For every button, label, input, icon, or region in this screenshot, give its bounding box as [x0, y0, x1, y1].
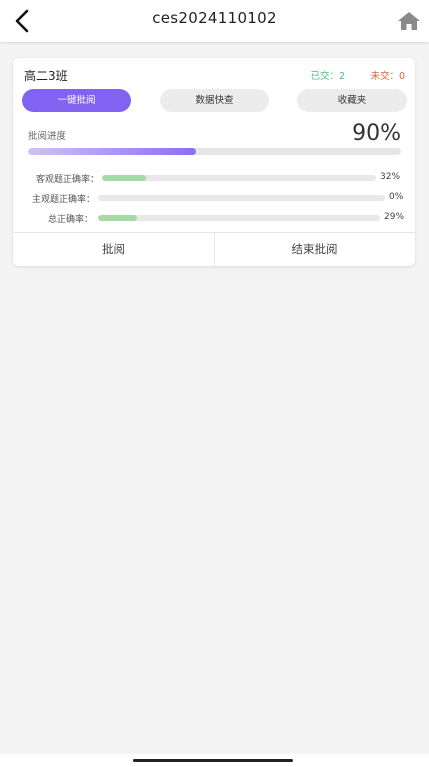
- total-accuracy-value: 29%: [384, 212, 405, 222]
- review-button[interactable]: 批阅: [13, 233, 215, 266]
- objective-accuracy-track: [102, 175, 376, 181]
- objective-accuracy-label: 客观题正确率：: [35, 175, 99, 185]
- class-card: 高二3班 已交：2 未交：0 一键批阅 数据快查 收藏夹 批阅进度 90% 客观…: [13, 58, 415, 266]
- unsubmitted-count: 未交：0: [370, 71, 405, 82]
- tab-data-lookup[interactable]: 数据快查: [160, 89, 269, 112]
- subjective-accuracy-label: 主观题正确率：: [31, 195, 95, 205]
- end-review-button[interactable]: 结束批阅: [214, 233, 415, 266]
- objective-accuracy-value: 32%: [380, 172, 401, 182]
- tab-one-click-review[interactable]: 一键批阅: [22, 89, 131, 112]
- total-accuracy-track: [98, 215, 380, 221]
- objective-accuracy-fill: [102, 175, 146, 181]
- review-progress-fill: [28, 148, 196, 155]
- review-progress-percent: 90%: [352, 121, 401, 146]
- review-progress-track: [28, 148, 401, 155]
- top-bar: ces2024110102: [0, 0, 429, 42]
- subjective-accuracy-track: [98, 195, 385, 201]
- home-button[interactable]: [395, 7, 423, 35]
- home-indicator-bar: [0, 754, 429, 767]
- submitted-count: 已交：2: [310, 71, 345, 82]
- home-indicator[interactable]: [133, 759, 293, 762]
- class-name: 高二3班: [24, 69, 68, 83]
- review-progress-label: 批阅进度: [28, 131, 67, 142]
- total-accuracy-label: 总正确率：: [47, 215, 93, 225]
- tab-favorites[interactable]: 收藏夹: [297, 89, 407, 112]
- total-accuracy-fill: [98, 215, 138, 221]
- page-title: ces2024110102: [152, 9, 277, 27]
- home-icon: [398, 12, 420, 30]
- subjective-accuracy-value: 0%: [389, 192, 404, 202]
- card-action-bar: 批阅 结束批阅: [13, 232, 415, 266]
